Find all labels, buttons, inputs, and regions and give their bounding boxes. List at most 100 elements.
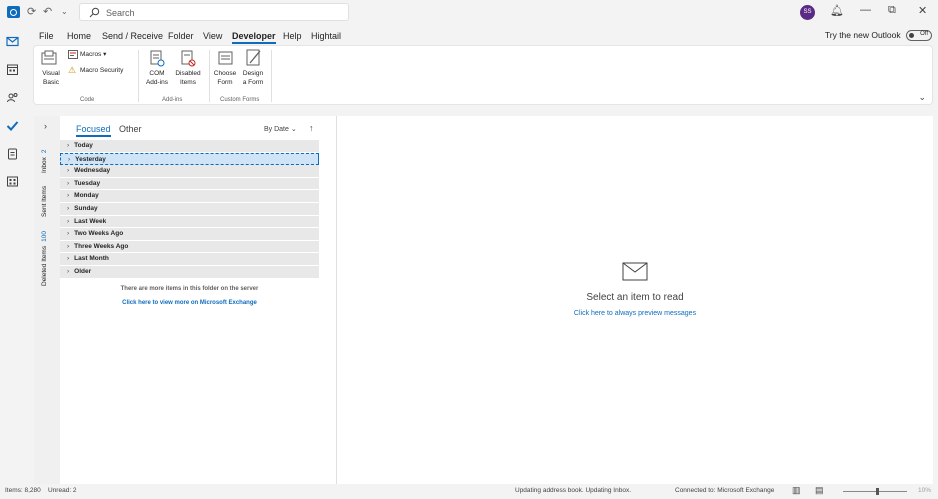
chevron-right-icon: › xyxy=(67,255,70,263)
calendar-icon[interactable] xyxy=(6,63,19,76)
warning-icon: ⚠ xyxy=(68,65,77,75)
zoom-slider-handle[interactable] xyxy=(876,488,879,495)
app-nav-bar xyxy=(0,24,25,484)
notes-icon[interactable] xyxy=(6,147,19,160)
chevron-right-icon: › xyxy=(67,179,70,187)
visual-basic-icon xyxy=(41,50,57,65)
design-form-button[interactable]: Design a Form xyxy=(240,70,266,87)
macros-button[interactable]: Macros ▾ xyxy=(80,51,106,60)
chevron-right-icon: › xyxy=(67,267,70,275)
visual-basic-button[interactable]: Visual Basic xyxy=(38,70,64,87)
group-header[interactable]: › Tuesday xyxy=(60,177,319,191)
view-more-exchange-link[interactable]: Click here to view more on Microsoft Exc… xyxy=(60,300,319,306)
chevron-right-icon: › xyxy=(67,242,70,250)
group-header[interactable]: › Last Month xyxy=(60,253,319,266)
bell-icon[interactable]: 🔔︎ xyxy=(830,4,844,17)
sync-icon[interactable]: ⟳ xyxy=(27,5,36,18)
normal-view-icon[interactable]: ▥ xyxy=(792,485,801,496)
menu-hightail[interactable]: Hightail xyxy=(311,31,341,41)
ribbon-separator xyxy=(209,50,210,102)
reading-pane: Select an item to read Click here to alw… xyxy=(337,116,933,484)
choose-form-button[interactable]: Choose Form xyxy=(212,70,238,87)
try-new-outlook: Try the new Outlook Off xyxy=(824,30,932,42)
tab-focused[interactable]: Focused xyxy=(76,124,111,137)
disabled-items-button[interactable]: Disabled Items xyxy=(173,70,203,87)
status-bar: Items: 8,280 Unread: 2 Updating address … xyxy=(0,484,938,499)
title-bar: ⟳ ↶ ⌄ Search SS 🔔︎ — ⧉ ✕ xyxy=(0,0,938,24)
group-header[interactable]: › Today xyxy=(60,140,319,153)
folder-sent-items[interactable]: Sent Items xyxy=(41,186,48,217)
ribbon-collapse-chevron-icon[interactable]: ⌄ xyxy=(918,92,926,103)
macro-security-button[interactable]: Macro Security xyxy=(80,67,123,76)
group-header[interactable]: › Last Week xyxy=(60,215,319,229)
minimize-button[interactable]: — xyxy=(860,4,871,16)
menu-file[interactable]: File xyxy=(39,31,54,41)
sort-dropdown[interactable]: By Date ⌄ xyxy=(264,125,297,133)
restore-button[interactable]: ⧉ xyxy=(888,4,896,17)
folder-pane-collapsed: › Inbox2 Sent Items Deleted Items100 xyxy=(34,116,60,484)
chevron-right-icon: › xyxy=(67,167,70,175)
search-placeholder: Search xyxy=(106,8,135,18)
sort-direction-arrow-icon[interactable]: ↑ xyxy=(309,123,314,133)
close-button[interactable]: ✕ xyxy=(918,4,927,17)
menu-home[interactable]: Home xyxy=(67,31,91,41)
status-connection: Connected to: Microsoft Exchange xyxy=(675,487,775,494)
tab-other[interactable]: Other xyxy=(119,124,142,134)
group-header[interactable]: › Yesterday xyxy=(60,152,319,166)
todo-check-icon[interactable] xyxy=(6,119,19,132)
search-box[interactable]: Search xyxy=(79,3,349,21)
chevron-right-icon: › xyxy=(68,155,71,163)
com-addins-button[interactable]: COM Add-ins xyxy=(144,70,170,87)
reading-pane-title: Select an item to read xyxy=(586,292,684,303)
group-header[interactable]: › Wednesday xyxy=(60,165,319,178)
chevron-right-icon: › xyxy=(67,192,70,200)
group-label-addins: Add-ins xyxy=(162,97,183,103)
mail-icon[interactable] xyxy=(6,35,19,48)
group-header[interactable]: › Older xyxy=(60,265,319,279)
chevron-right-icon: › xyxy=(67,217,70,225)
date-groups: › Today › Yesterday › Wednesday › Tuesday › M… xyxy=(60,140,319,279)
group-label-code: Code xyxy=(80,97,95,103)
group-label-custom-forms: Custom Forms xyxy=(220,97,260,103)
group-header[interactable]: › Monday xyxy=(60,190,319,203)
folder-inbox[interactable]: Inbox2 xyxy=(41,149,48,173)
expand-folder-pane-icon[interactable]: › xyxy=(44,121,47,131)
choose-form-icon xyxy=(218,51,233,65)
always-preview-link[interactable]: Click here to always preview messages xyxy=(337,310,933,317)
ribbon-panel: Visual Basic Macros ▾ ⚠ Macro Security C… xyxy=(33,45,933,105)
inbox-tabs: Focused Other xyxy=(76,124,142,137)
ribbon-separator xyxy=(138,50,139,102)
menu-developer[interactable]: Developer xyxy=(232,31,276,44)
zoom-slider[interactable] xyxy=(843,491,907,492)
quick-access-dropdown-icon[interactable]: ⌄ xyxy=(61,7,68,16)
menu-help[interactable]: Help xyxy=(283,31,302,41)
ribbon-tabs: File Home Send / Receive Folder View Dev… xyxy=(25,28,938,45)
chevron-right-icon: › xyxy=(67,142,70,149)
apps-icon[interactable] xyxy=(6,175,19,188)
disabled-items-icon xyxy=(181,50,196,67)
outlook-app-icon xyxy=(7,6,20,18)
group-header[interactable]: › Two Weeks Ago xyxy=(60,228,319,241)
design-form-icon xyxy=(246,49,261,66)
menu-send-receive[interactable]: Send / Receive xyxy=(102,31,163,41)
menu-view[interactable]: View xyxy=(203,31,222,41)
user-avatar[interactable]: SS xyxy=(800,5,815,20)
group-header[interactable]: › Sunday xyxy=(60,202,319,216)
message-list: Focused Other By Date ⌄ ↑ › Today › Yester… xyxy=(60,116,337,484)
status-updating: Updating address book. Updating Inbox. xyxy=(515,487,631,494)
com-addins-icon xyxy=(150,50,165,67)
folder-deleted-items[interactable]: Deleted Items100 xyxy=(41,231,48,286)
menu-folder[interactable]: Folder xyxy=(168,31,194,41)
reading-view-icon[interactable]: ▤ xyxy=(815,485,824,496)
people-icon[interactable] xyxy=(6,91,19,104)
more-items-notice: There are more items in this folder on t… xyxy=(120,286,259,292)
search-icon xyxy=(89,7,100,18)
status-items-count: Items: 8,280 xyxy=(5,487,41,494)
try-new-outlook-toggle[interactable]: Off xyxy=(906,30,932,42)
group-header[interactable]: › Three Weeks Ago xyxy=(60,240,319,254)
chevron-right-icon: › xyxy=(67,230,70,238)
try-new-outlook-label: Try the new Outlook xyxy=(824,30,901,40)
macros-icon xyxy=(68,50,78,59)
zoom-level: 10% xyxy=(918,487,932,494)
undo-icon[interactable]: ↶ xyxy=(43,5,52,18)
